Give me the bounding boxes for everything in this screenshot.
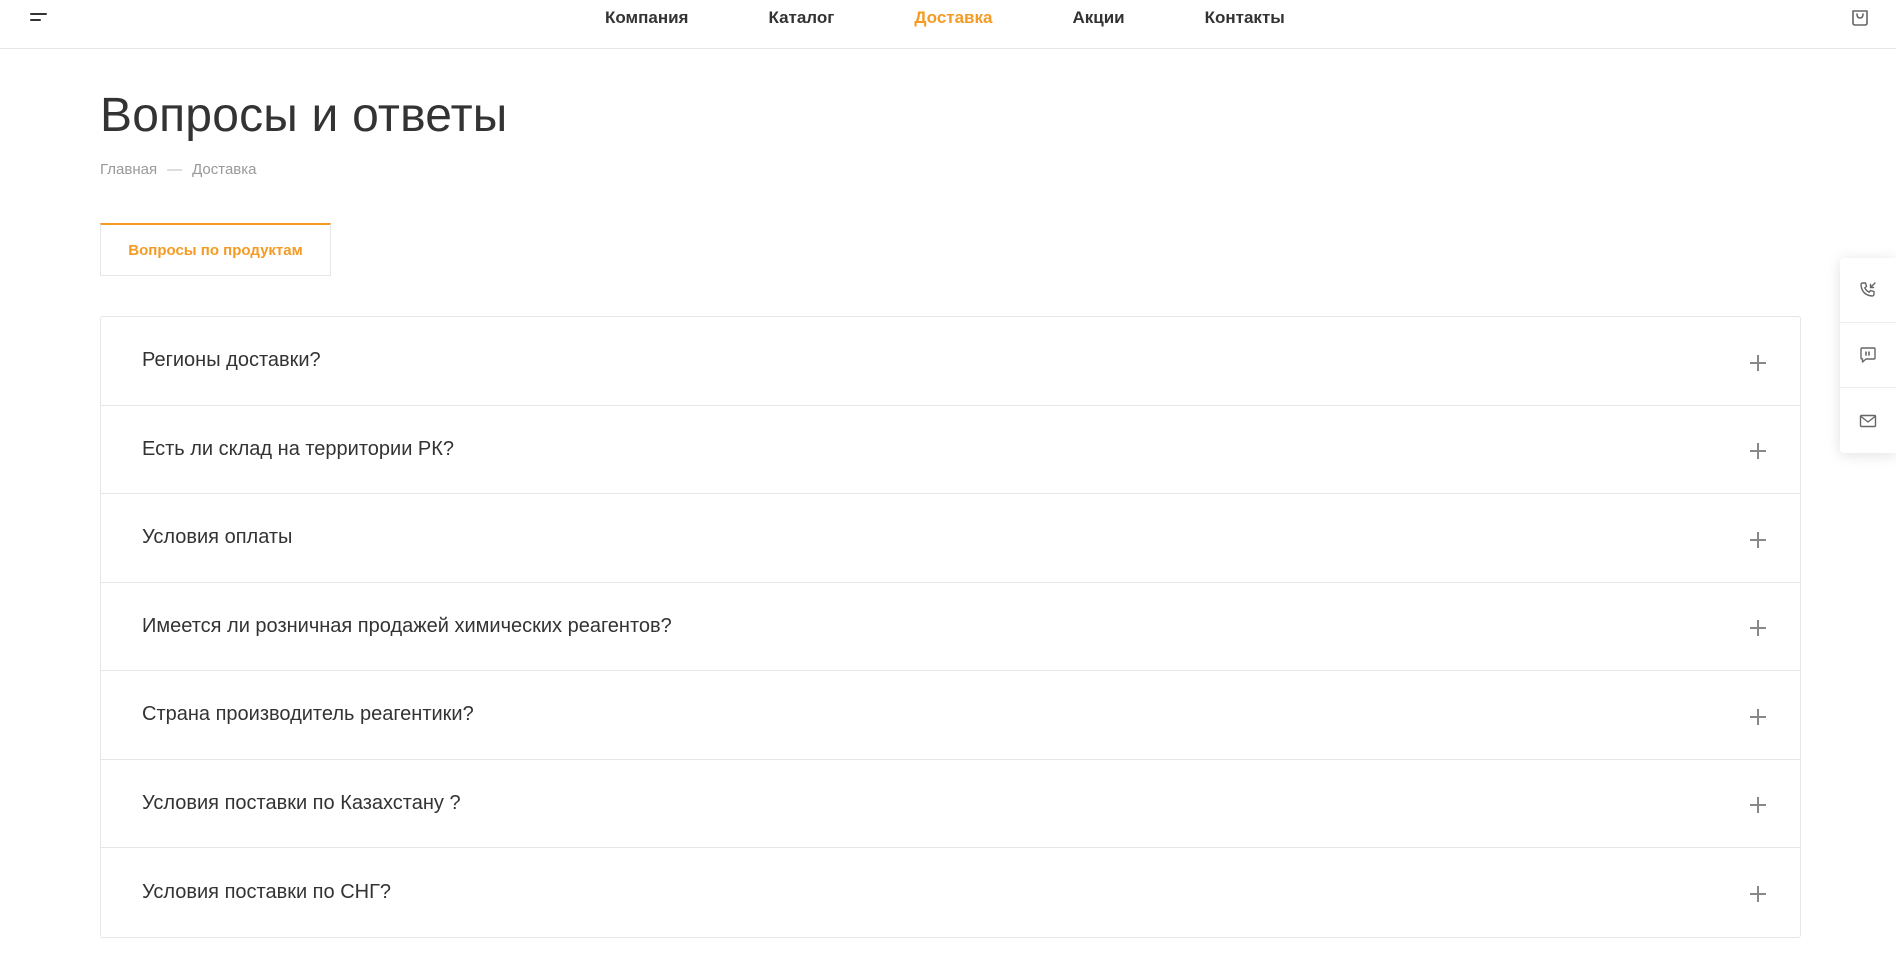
- expand-plus-icon[interactable]: [1750, 797, 1766, 814]
- breadcrumb-item-delivery[interactable]: Доставка: [192, 161, 256, 178]
- phone-callback-icon: [1860, 282, 1876, 297]
- site-header: Компания Каталог Доставка Акции Контакты: [0, 0, 1896, 49]
- chat-button[interactable]: [1840, 323, 1896, 388]
- faq-question: Условия поставки по СНГ?: [142, 880, 392, 903]
- mail-icon: [1859, 414, 1877, 427]
- chat-icon: [1860, 347, 1876, 363]
- expand-plus-icon[interactable]: [1750, 620, 1766, 637]
- faq-item[interactable]: Условия поставки по СНГ?: [101, 848, 1800, 937]
- menu-icon[interactable]: [30, 12, 50, 26]
- faq-item[interactable]: Условия поставки по Казахстану ?: [101, 760, 1800, 848]
- mail-button[interactable]: [1840, 388, 1896, 453]
- faq-item[interactable]: Регионы доставки?: [101, 317, 1800, 406]
- breadcrumb-separator: —: [167, 161, 183, 178]
- faq-accordion: Регионы доставки? Есть ли склад на терри…: [100, 316, 1801, 938]
- faq-item[interactable]: Есть ли склад на территории РК?: [101, 406, 1800, 494]
- faq-item[interactable]: Имеется ли розничная продажей химических…: [101, 583, 1800, 671]
- faq-question: Страна производитель реагентики?: [142, 703, 474, 726]
- expand-plus-icon[interactable]: [1750, 886, 1766, 903]
- faq-item[interactable]: Условия оплаты: [101, 494, 1800, 583]
- expand-plus-icon[interactable]: [1750, 531, 1766, 548]
- nav-item-contacts[interactable]: Контакты: [1205, 8, 1285, 28]
- faq-question: Есть ли склад на территории РК?: [142, 437, 455, 460]
- page-title: Вопросы и ответы: [100, 89, 508, 142]
- expand-plus-icon[interactable]: [1750, 708, 1766, 725]
- callback-button[interactable]: [1840, 258, 1896, 323]
- breadcrumb-item-home[interactable]: Главная: [100, 161, 157, 178]
- nav-item-company[interactable]: Компания: [605, 8, 688, 28]
- main-nav: Компания Каталог Доставка Акции Контакты: [605, 0, 1285, 36]
- cart-icon[interactable]: [1850, 8, 1870, 28]
- faq-question: Имеется ли розничная продажей химических…: [142, 614, 672, 637]
- expand-plus-icon[interactable]: [1750, 354, 1766, 371]
- faq-question: Условия поставки по Казахстану ?: [142, 791, 461, 814]
- expand-plus-icon[interactable]: [1750, 443, 1766, 460]
- tab-product-questions[interactable]: Вопросы по продуктам: [100, 223, 331, 276]
- contact-side-panel: [1840, 258, 1896, 453]
- nav-item-promotions[interactable]: Акции: [1072, 8, 1124, 28]
- faq-item[interactable]: Страна производитель реагентики?: [101, 671, 1800, 760]
- nav-item-catalog[interactable]: Каталог: [768, 8, 834, 28]
- faq-question: Регионы доставки?: [142, 349, 321, 372]
- breadcrumb: Главная — Доставка: [100, 161, 257, 178]
- nav-item-delivery[interactable]: Доставка: [914, 8, 992, 28]
- faq-question: Условия оплаты: [142, 526, 293, 549]
